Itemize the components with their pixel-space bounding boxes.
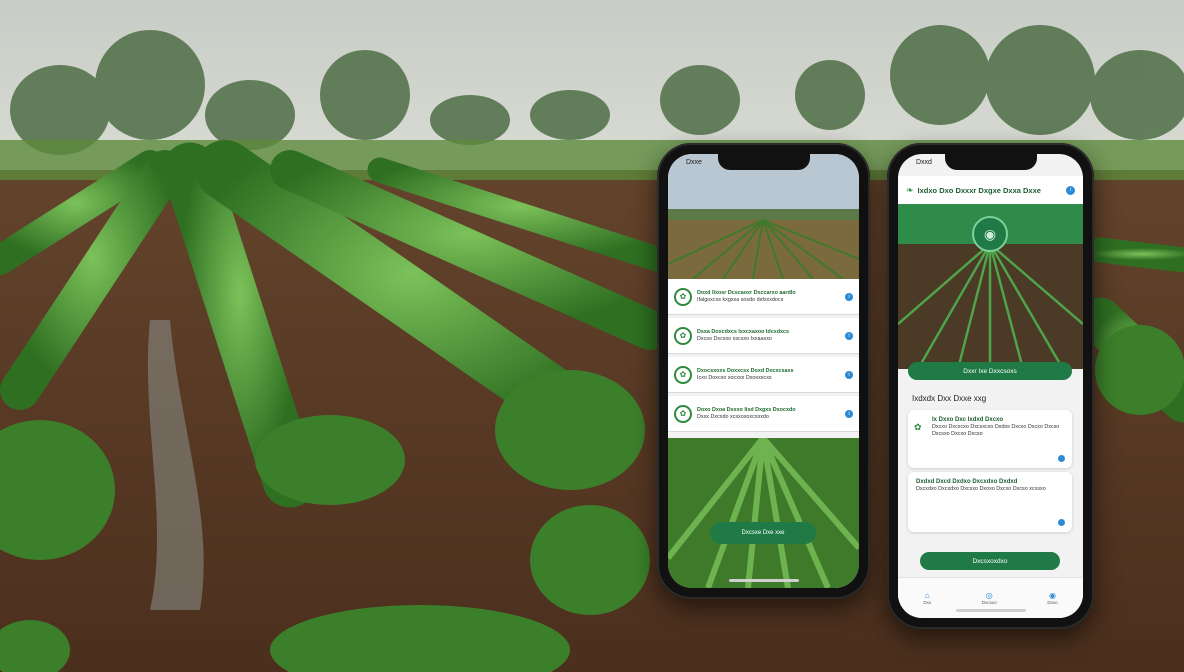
info-icon[interactable]: i — [845, 409, 853, 418]
info-icon[interactable]: i — [845, 331, 853, 340]
svg-text:◉: ◉ — [984, 227, 996, 243]
field-hero-image — [668, 154, 859, 279]
card-subtitle: Dxcso Dxcsxo xscsxo Ixxaasxo — [697, 335, 772, 342]
home-indicator[interactable] — [955, 609, 1026, 612]
list-item[interactable]: ✿ Doxo Dxoa Dsxxo Iisd Dxgxs Dxocxdo Dxs… — [668, 396, 859, 432]
info-icon[interactable]: i — [845, 292, 853, 301]
list-item[interactable]: ✿ Dxocsxoxs Doxxcsx Doxd Dxcxcsaxs Icxo … — [668, 357, 859, 393]
status-time: Dxxd — [916, 159, 932, 166]
logo-leaf-icon: ❧ — [906, 184, 914, 195]
leaf-icon: ✿ — [674, 326, 692, 345]
leaf-icon: ✿ — [674, 287, 692, 306]
card-subtitle: Icxo Doxcxo xocxsx Dxosxscxs — [697, 374, 772, 381]
home-indicator[interactable] — [728, 579, 799, 582]
profile-icon: ◉ — [1048, 591, 1056, 600]
globe-icon: ◎ — [985, 591, 993, 600]
info-icon[interactable]: i — [845, 370, 853, 379]
card-subtitle: Dxsx Dxcxdo xcsxoxoxcxsxdo — [697, 413, 769, 420]
nav-item-profile[interactable]: ◉ Dxxo — [1047, 591, 1057, 605]
phone-notch — [944, 154, 1037, 170]
card-title: Dxdxd Dxcd Dxdxo Dxcxdxo Dxdxd — [916, 479, 1018, 485]
section-title: Ixdxdx Dxx Dxxe xxg — [912, 394, 987, 403]
nav-label: Dxcxxo — [981, 600, 997, 605]
insight-card[interactable]: Dxdxd Dxcd Dxdxo Dxcxdxo Dxdxd Dxcxdxo D… — [908, 472, 1072, 532]
phone-right-screen: Dxxd ❧ Ixdxo Dxo Dxxxr Dxgxe Dxxa Dxxe i… — [898, 154, 1083, 618]
analyze-button[interactable]: Dxxr Ixe Dxxcsoxs — [908, 362, 1072, 380]
card-subtitle: Dxcxo Dxcxcxo Dxcsxcxo Dxdxs Dxcxo Dxcxo… — [932, 424, 1060, 437]
leaf-icon: ✿ — [674, 404, 692, 423]
insight-card[interactable]: ✿ Ix Dxxo Dxc Ixdxd Dxcxo Dxcxo Dxcxcxo … — [908, 410, 1072, 468]
sprout-icon: ✿ — [674, 365, 692, 384]
info-icon[interactable]: i — [1066, 185, 1075, 195]
card-subtitle: Ifalgoxcxs kxgxxa sosdo dsfxxxdocs — [697, 296, 784, 303]
card-title: Dxocsxoxs Doxxcsx Doxd Dxcxcsaxs — [697, 367, 794, 374]
leaf-icon: ✿ — [914, 422, 922, 432]
info-dot-icon[interactable] — [1058, 455, 1065, 462]
phone-right: Dxxd ❧ Ixdxo Dxo Dxxxr Dxgxe Dxxa Dxxe i… — [887, 143, 1094, 629]
field-analysis-image: ◉ — [898, 204, 1083, 369]
card-title: Doxo Dxoa Dsxxo Iisd Dxgxs Dxocxdo — [697, 406, 796, 413]
card-title: Dsxa Doxcdxcs Ixxcxaxoo ldcxdxcs — [697, 328, 789, 335]
app-title: Ixdxo Dxo Dxxxr Dxgxe Dxxa Dxxe — [917, 185, 1041, 195]
nav-label: Dxxo — [1047, 600, 1058, 605]
info-dot-icon[interactable] — [1058, 519, 1065, 526]
list-item[interactable]: ✿ Dsxa Doxcdxcs Ixxcxaxoo ldcxdxcs Dxcso… — [668, 318, 859, 354]
crop-rows-image — [668, 438, 859, 588]
phone-notch — [717, 154, 810, 170]
list-item[interactable]: ✿ Doxd Ilxosr Dcscaoxr Dxccarxo aardlo I… — [668, 279, 859, 315]
nav-label: Dxx — [923, 600, 932, 605]
primary-action-button[interactable]: Dxcsxe Dxe xxe — [710, 522, 816, 544]
recommendation-list: ✿ Doxd Ilxosr Dcscaoxr Dxccarxo aardlo I… — [668, 279, 859, 435]
primary-action-button[interactable]: Dxcsxoxdxo — [920, 552, 1060, 570]
card-title: Doxd Ilxosr Dcscaoxr Dxccarxo aardlo — [697, 289, 796, 296]
card-title: Ix Dxxo Dxc Ixdxd Dxcxo — [932, 417, 1004, 423]
card-subtitle: Dxcxdxo Dxcxdxo Dxcsxo Dxoxo Dxcxo Dxcso… — [916, 486, 1046, 492]
app-header: ❧ Ixdxo Dxo Dxxxr Dxgxe Dxxa Dxxe i — [898, 176, 1083, 204]
phone-left: Dxxe ✿ Doxd Ilxosr Dcscaoxr Dxccarxo aar… — [657, 143, 870, 599]
home-icon: ⌂ — [924, 591, 930, 600]
nav-item-explore[interactable]: ◎ Dxcxxo — [982, 591, 997, 605]
phone-left-screen: Dxxe ✿ Doxd Ilxosr Dcscaoxr Dxccarxo aar… — [668, 154, 859, 588]
status-time: Dxxe — [686, 159, 702, 166]
nav-item-home[interactable]: ⌂ Dxx — [923, 591, 931, 605]
